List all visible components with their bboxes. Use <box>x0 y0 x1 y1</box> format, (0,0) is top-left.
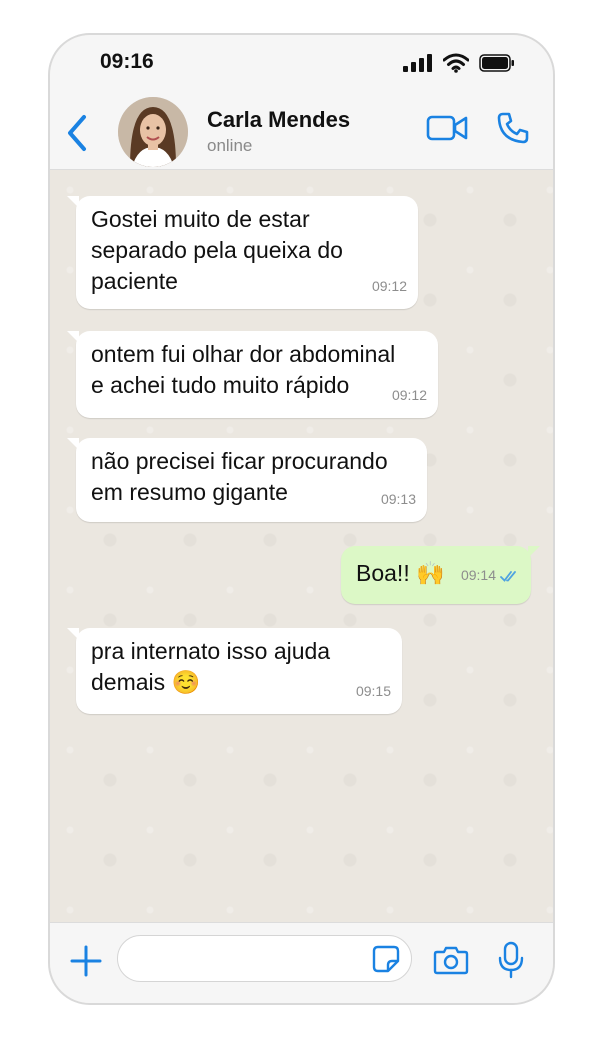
message-line: não precisei ficar procurando <box>91 448 388 474</box>
message-text: não precisei ficar procurando em resumo … <box>76 438 427 508</box>
sticker-icon[interactable] <box>372 945 400 973</box>
contact-name[interactable]: Carla Mendes <box>207 107 350 133</box>
message-meta: 09:12 <box>372 271 407 302</box>
avatar[interactable] <box>118 97 188 167</box>
message-bubble-outgoing[interactable]: Boa!! 🙌 09:14 <box>341 546 540 604</box>
message-time: 09:12 <box>391 387 427 403</box>
message-line: e achei tudo muito rápido <box>91 372 350 398</box>
message-line: ontem fui olhar dor abdominal <box>91 341 396 367</box>
chat-area[interactable]: Gostei muito de estar separado pela quei… <box>50 170 553 922</box>
plus-icon[interactable] <box>70 945 102 977</box>
message-bubble[interactable]: pra internato isso ajuda demais ☺️ 09:15 <box>67 628 402 714</box>
message-line: demais ☺️ <box>91 669 201 695</box>
video-camera-icon[interactable] <box>426 113 468 143</box>
battery-icon <box>479 54 514 72</box>
message-time: 09:12 <box>371 278 407 294</box>
status-icons <box>403 53 515 73</box>
message-time: 09:14 <box>460 567 496 583</box>
avatar-image <box>118 97 188 167</box>
composer-bar <box>50 922 553 1003</box>
camera-icon[interactable] <box>433 945 469 975</box>
message-time: 09:15 <box>355 683 391 699</box>
message-time: 09:13 <box>380 491 416 507</box>
bubble-tail <box>67 628 79 640</box>
message-text: pra internato isso ajuda demais ☺️ <box>76 628 402 698</box>
message-input[interactable] <box>117 935 412 982</box>
chat-header: 09:16 Carla Mendes online <box>50 35 553 170</box>
bubble-tail <box>67 331 79 343</box>
message-line: paciente <box>91 268 178 294</box>
double-check-icon <box>500 570 516 582</box>
message-bubble[interactable]: não precisei ficar procurando em resumo … <box>67 438 427 522</box>
contact-status: online <box>207 136 253 155</box>
message-bubble[interactable]: Gostei muito de estar separado pela quei… <box>67 196 418 309</box>
message-line: separado pela queixa do <box>91 237 343 263</box>
message-text: ontem fui olhar dor abdominal e achei tu… <box>76 331 438 401</box>
bubble-tail <box>67 438 79 450</box>
phone-frame: 09:16 Carla Mendes online Gostei muito d… <box>48 33 555 1005</box>
message-meta: 09:13 <box>381 484 416 515</box>
status-time: 09:16 <box>100 50 154 73</box>
chevron-left-icon[interactable] <box>64 113 92 153</box>
microphone-icon[interactable] <box>498 941 524 979</box>
message-meta: 09:15 <box>356 676 391 707</box>
message-bubble[interactable]: ontem fui olhar dor abdominal e achei tu… <box>67 331 438 418</box>
message-meta: 09:12 <box>392 380 427 411</box>
wifi-icon <box>443 53 469 73</box>
message-line: Boa!! 🙌 <box>356 560 445 586</box>
cellular-signal-icon <box>403 54 432 72</box>
bubble-tail <box>528 546 540 558</box>
message-meta: 09:14 <box>461 560 520 591</box>
message-line: em resumo gigante <box>91 479 288 505</box>
bubble-tail <box>67 196 79 208</box>
phone-icon[interactable] <box>496 111 530 145</box>
message-line: Gostei muito de estar <box>91 206 310 232</box>
message-line: pra internato isso ajuda <box>91 638 331 664</box>
message-text: Gostei muito de estar separado pela quei… <box>76 196 418 297</box>
